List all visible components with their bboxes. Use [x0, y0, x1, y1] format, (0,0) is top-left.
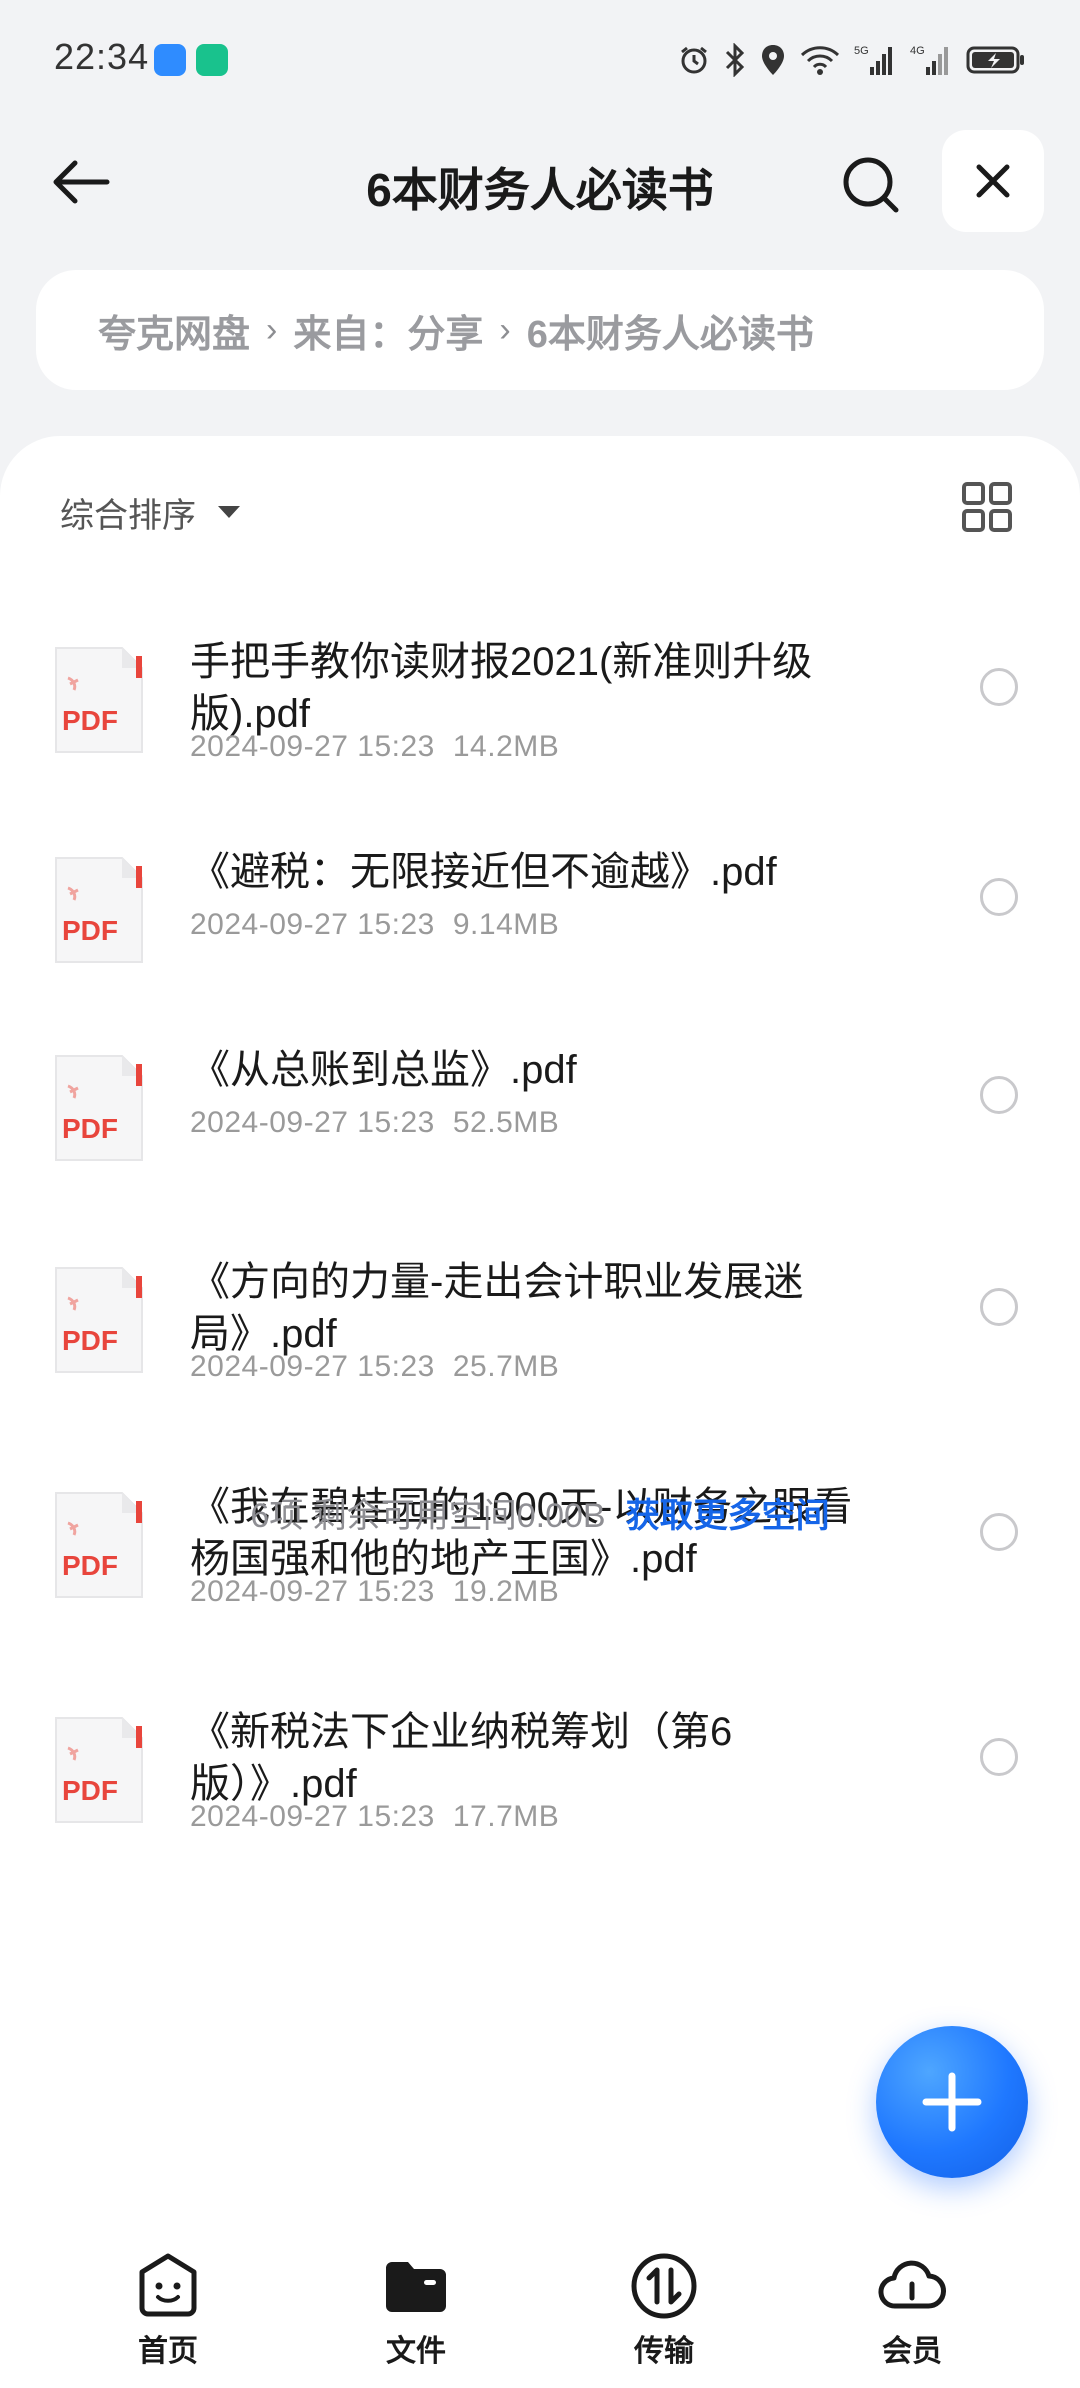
search-button[interactable]	[836, 150, 906, 220]
file-name: 《新税法下企业纳税筹划（第6版）》.pdf	[190, 1710, 733, 1806]
get-more-space-link[interactable]: 获取更多空间	[626, 1497, 830, 1535]
pdf-type-label: PDF	[62, 1325, 118, 1356]
wifi-icon	[800, 46, 840, 75]
pdf-type-label: PDF	[62, 1550, 118, 1581]
file-meta: 2024-09-27 15:23 19.2MB	[190, 1575, 559, 1609]
transfer-icon	[631, 2253, 697, 2319]
pdf-type-label: PDF	[62, 705, 118, 736]
nav-label-member: 会员	[882, 2335, 942, 2368]
file-size: 25.7MB	[452, 1350, 560, 1383]
pdf-file-icon: PDF	[55, 1717, 143, 1823]
select-radio[interactable]	[980, 1738, 1018, 1776]
file-name: 《方向的力量-走出会计职业发展迷局》.pdf	[190, 1260, 804, 1356]
file-date: 2024-09-27 15:23	[190, 1800, 435, 1833]
pdf-file-icon: PDF	[55, 857, 143, 963]
pdf-file-icon: PDF	[55, 1055, 143, 1161]
file-date: 2024-09-27 15:23	[190, 1106, 435, 1139]
file-meta: 2024-09-27 15:23 14.2MB	[190, 730, 559, 764]
file-meta: 2024-09-27 15:23 17.7MB	[190, 1800, 559, 1834]
plus-icon	[922, 2072, 982, 2132]
quark-drive-folder-page: 22:34 5G 4G 6本财务人必读书 夸克网盘 › 来自：分享 › 6本财务…	[0, 0, 1080, 2388]
file-date: 2024-09-27 15:23	[190, 1575, 435, 1608]
nav-item-home[interactable]: 首页	[108, 2250, 228, 2380]
file-meta: 2024-09-27 15:23 25.7MB	[190, 1350, 559, 1384]
file-size: 9.14MB	[452, 908, 560, 941]
file-name: 《避税：无限接近但不逾越》.pdf	[190, 850, 777, 894]
file-date: 2024-09-27 15:23	[190, 730, 435, 763]
signal-5g-label: 5G	[854, 45, 869, 57]
breadcrumb-item-current: 6本财务人必读书	[526, 313, 814, 356]
breadcrumb-separator: ›	[266, 310, 278, 349]
file-size: 19.2MB	[452, 1575, 560, 1608]
breadcrumb: 夸克网盘 › 来自：分享 › 6本财务人必读书	[36, 270, 1044, 390]
nav-label-home: 首页	[138, 2335, 198, 2368]
nav-item-transfer[interactable]: 传输	[604, 2250, 724, 2380]
status-time: 22:34	[54, 36, 150, 77]
sort-label: 综合排序	[60, 496, 196, 535]
storage-summary-text: 6项 剩余可用空间0.00B	[250, 1497, 606, 1535]
grid-view-icon[interactable]	[960, 480, 1014, 534]
pdf-file-icon: PDF	[55, 1267, 143, 1373]
signal-4g-icon: 4G	[910, 45, 948, 75]
file-date: 2024-09-27 15:23	[190, 1350, 435, 1383]
file-meta: 2024-09-27 15:23 9.14MB	[190, 908, 559, 942]
sort-dropdown[interactable]: 综合排序	[60, 482, 240, 542]
bluetooth-icon	[725, 43, 745, 77]
signal-5g-icon: 5G	[854, 45, 892, 75]
header: 6本财务人必读书	[0, 120, 1080, 244]
battery-charging-icon	[966, 46, 1024, 74]
select-radio[interactable]	[980, 668, 1018, 706]
breadcrumb-item-root[interactable]: 夸克网盘	[98, 303, 250, 358]
close-icon	[976, 164, 1010, 198]
file-name: 手把手教你读财报2021(新准则升级版).pdf	[190, 640, 813, 736]
bottom-nav: 首页 文件 传输 会员	[0, 2236, 1080, 2388]
pdf-file-icon: PDF	[55, 647, 143, 753]
nav-label-transfer: 传输	[634, 2335, 694, 2368]
location-icon	[762, 45, 784, 75]
alarm-icon	[681, 46, 707, 74]
breadcrumb-separator: ›	[499, 310, 511, 349]
breadcrumb-item-share[interactable]: 来自：分享	[293, 303, 483, 358]
search-icon	[843, 157, 899, 213]
file-size: 52.5MB	[452, 1106, 560, 1139]
pdf-type-label: PDF	[62, 1775, 118, 1806]
caret-down-icon	[218, 506, 240, 518]
file-size: 17.7MB	[452, 1800, 560, 1833]
smiley-home-icon	[139, 2253, 197, 2317]
file-name: 《从总账到总监》.pdf	[190, 1048, 577, 1092]
back-button[interactable]	[46, 150, 116, 214]
select-radio[interactable]	[980, 1076, 1018, 1114]
file-date: 2024-09-27 15:23	[190, 908, 435, 941]
cloud-member-icon	[878, 2260, 946, 2309]
nav-label-files: 文件	[386, 2335, 446, 2368]
close-button[interactable]	[942, 130, 1044, 232]
nav-item-member[interactable]: 会员	[852, 2250, 972, 2380]
pdf-type-label: PDF	[62, 915, 118, 946]
select-radio[interactable]	[980, 878, 1018, 916]
file-meta: 2024-09-27 15:23 52.5MB	[190, 1106, 559, 1140]
nav-item-files[interactable]: 文件	[356, 2250, 476, 2380]
file-size: 14.2MB	[452, 730, 560, 763]
status-bar: 22:34 5G 4G	[0, 0, 1080, 120]
signal-4g-label: 4G	[910, 45, 925, 57]
page-title: 6本财务人必读书	[366, 164, 714, 216]
select-radio[interactable]	[980, 1288, 1018, 1326]
folder-icon	[386, 2262, 446, 2312]
arrow-left-icon	[53, 160, 110, 204]
status-icons: 5G 4G	[678, 40, 1026, 80]
storage-summary: 6项 剩余可用空间0.00B 获取更多空间	[0, 1488, 1080, 1537]
cloud-app-icon	[154, 44, 186, 76]
shield-app-icon	[196, 44, 228, 76]
file-list-panel: 综合排序 PDF 手把手教你读财报2021(新准则升级版).pdf 2024-0…	[0, 436, 1080, 2236]
add-fab-button[interactable]	[876, 2026, 1028, 2178]
pdf-type-label: PDF	[62, 1113, 118, 1144]
